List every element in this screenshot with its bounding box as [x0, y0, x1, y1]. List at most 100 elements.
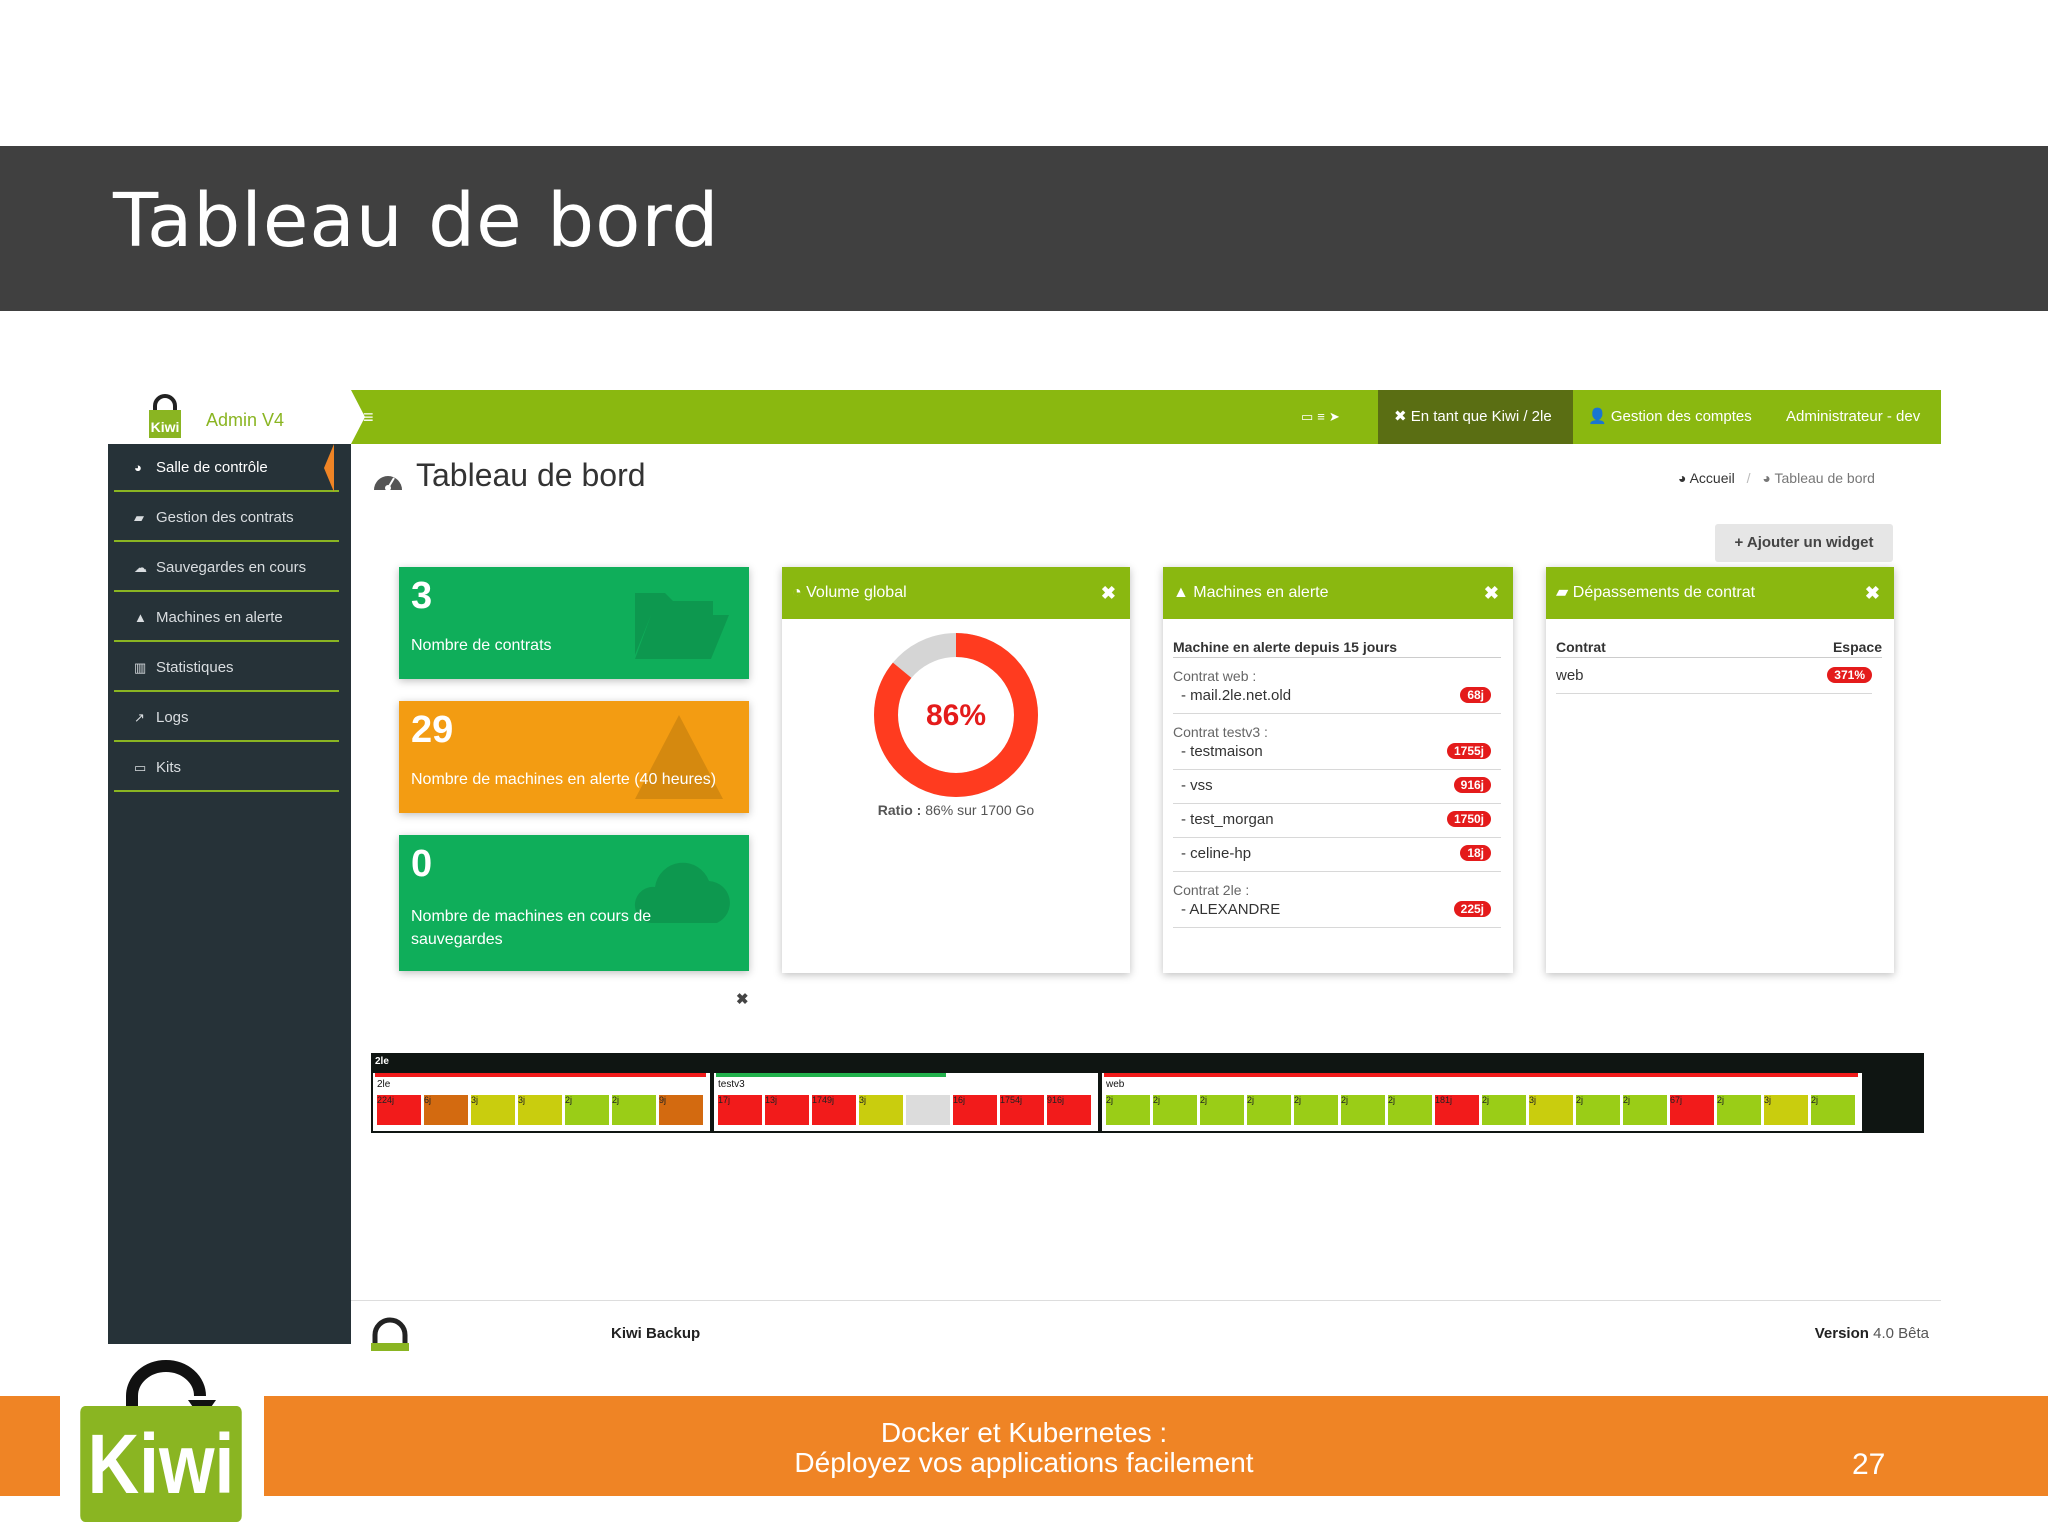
breadcrumb-current: Tableau de bord: [1774, 470, 1875, 486]
timeline-group: testv3 17j 13j 1749j 3j 16j 1754j 916j: [714, 1073, 1098, 1131]
timeline-cell[interactable]: 9j: [659, 1095, 703, 1125]
timeline-cell[interactable]: 2j: [1576, 1095, 1620, 1125]
hdd-icon: ▭: [1301, 409, 1318, 424]
timeline-cell[interactable]: 2j: [1200, 1095, 1244, 1125]
dashboard-icon: ◕: [1678, 470, 1687, 486]
timeline-cell[interactable]: 2j: [1106, 1095, 1150, 1125]
sidebar-item-statistics[interactable]: ▥ Statistiques: [114, 644, 339, 692]
close-icon[interactable]: ✖: [1865, 567, 1880, 619]
accounts-link[interactable]: 👤 Gestion des comptes: [1588, 390, 1752, 444]
alert-row[interactable]: - mail.2le.net.old 68j: [1173, 687, 1501, 714]
sidebar-item-logs[interactable]: ↗ Logs: [114, 694, 339, 742]
volume-ratio: Ratio : 86% sur 1700 Go: [782, 802, 1130, 818]
timeline-cell[interactable]: 67j: [1670, 1095, 1714, 1125]
alert-row[interactable]: - ALEXANDRE 225j: [1173, 901, 1501, 928]
svg-text:Kiwi: Kiwi: [151, 419, 180, 435]
alert-badge: 225j: [1453, 901, 1491, 917]
timeline-cell[interactable]: 3j: [518, 1095, 562, 1125]
alert-row[interactable]: - test_morgan 1750j: [1173, 811, 1501, 838]
timeline-group: 2le 224j 6j 3j 3j 2j 2j 9j: [373, 1073, 710, 1131]
stat-label: Nombre de machines en cours de sauvegard…: [411, 908, 652, 948]
contract-label: Contrat web :: [1173, 668, 1257, 684]
timeline-group-bar: [716, 1073, 946, 1077]
overrun-row[interactable]: web 371%: [1556, 667, 1872, 694]
kiwi-lock-icon: [371, 1317, 409, 1351]
sidebar-item-contracts[interactable]: ▰ Gestion des contrats: [114, 494, 339, 542]
warning-icon: ▲: [134, 610, 147, 625]
timeline-cell[interactable]: 2j: [1247, 1095, 1291, 1125]
timeline-group-name: testv3: [718, 1079, 745, 1090]
alert-row[interactable]: - vss 916j: [1173, 777, 1501, 804]
timeline-cell[interactable]: 2j: [1294, 1095, 1338, 1125]
sidebar-item-control-room[interactable]: ◕ Salle de contrôle: [114, 444, 339, 492]
sidebar-item-label: Salle de contrôle: [156, 459, 268, 476]
timeline-cell[interactable]: 3j: [1764, 1095, 1808, 1125]
timeline-cell[interactable]: 16j: [953, 1095, 997, 1125]
widget-header: ▰ Dépassements de contrat ✖: [1546, 567, 1894, 619]
plus-icon: +: [1734, 534, 1744, 551]
folder-open-icon: [635, 593, 729, 659]
machine-name: - ALEXANDRE: [1181, 901, 1281, 918]
close-icon[interactable]: ✖: [736, 990, 749, 1008]
dashboard-icon: ◕: [1762, 470, 1771, 486]
machine-name: - test_morgan: [1181, 811, 1274, 828]
timeline-cell[interactable]: 1754j: [1000, 1095, 1044, 1125]
timeline-cell[interactable]: 2j: [1482, 1095, 1526, 1125]
add-widget-button[interactable]: + Ajouter un widget: [1715, 524, 1893, 562]
timeline-cell[interactable]: 17j: [718, 1095, 762, 1125]
col-contract: Contrat: [1556, 639, 1606, 655]
timeline-cell[interactable]: 2j: [1153, 1095, 1197, 1125]
alert-row[interactable]: - testmaison 1755j: [1173, 743, 1501, 770]
timeline-cell[interactable]: 2j: [1811, 1095, 1855, 1125]
timeline-cell[interactable]: 2j: [1623, 1095, 1667, 1125]
timeline-cell[interactable]: 2j: [1717, 1095, 1761, 1125]
overruns-table-header: Contrat Espace: [1556, 639, 1882, 658]
close-icon[interactable]: ✖: [1101, 567, 1116, 619]
stat-contracts[interactable]: 3 Nombre de contrats: [399, 567, 749, 679]
machine-name: - celine-hp: [1181, 845, 1252, 862]
footer-version: Version 4.0 Bêta: [1815, 1325, 1929, 1342]
timeline-cell[interactable]: 224j: [377, 1095, 421, 1125]
footer-app-name: Kiwi Backup: [611, 1325, 701, 1342]
timeline-cell[interactable]: 2j: [1388, 1095, 1432, 1125]
backup-timeline: 2le 2le 224j 6j 3j 3j 2j 2j 9j testv3 17j 13j 1749j…: [371, 1053, 1924, 1133]
sidebar: ◕ Salle de contrôle ▰ Gestion des contrats…: [108, 444, 351, 1344]
alert-row[interactable]: - celine-hp 18j: [1173, 845, 1501, 872]
sidebar-item-kits[interactable]: ▭ Kits: [114, 744, 339, 792]
sidebar-item-alerts[interactable]: ▲ Machines en alerte: [114, 594, 339, 642]
ratio-label: Ratio :: [877, 802, 922, 818]
ratio-value: 86% sur 1700 Go: [925, 802, 1035, 818]
close-icon: ✖: [1394, 408, 1407, 425]
timeline-cell[interactable]: 3j: [471, 1095, 515, 1125]
widget-contract-overruns: ▰ Dépassements de contrat ✖ Contrat Espa…: [1546, 567, 1894, 973]
timeline-cell[interactable]: 916j: [1047, 1095, 1091, 1125]
admin-menu[interactable]: Administrateur - dev: [1786, 390, 1920, 444]
close-icon[interactable]: ✖: [1484, 567, 1499, 619]
overrun-contract: web: [1556, 667, 1584, 684]
stat-alert-machines[interactable]: 29 Nombre de machines en alerte (40 heur…: [399, 701, 749, 813]
timeline-cell[interactable]: 3j: [859, 1095, 903, 1125]
timeline-cell[interactable]: 13j: [765, 1095, 809, 1125]
sidebar-item-backups[interactable]: ☁ Sauvegardes en cours: [114, 544, 339, 592]
breadcrumb-home[interactable]: ◕ Accueil: [1678, 470, 1735, 486]
stat-value: 29: [411, 709, 454, 751]
timeline-cell[interactable]: 2j: [612, 1095, 656, 1125]
widget-title: Machines en alerte: [1193, 584, 1329, 601]
slide-title: Tableau de bord: [113, 178, 720, 264]
timeline-cell[interactable]: 2j: [1341, 1095, 1385, 1125]
stat-running-backups[interactable]: 0 Nombre de machines en cours de sauvega…: [399, 835, 749, 971]
timeline-cell[interactable]: [906, 1095, 950, 1125]
hdd-icon: ▭: [134, 760, 147, 775]
cloud-icon: ☁: [134, 560, 147, 575]
timeline-cell[interactable]: 2j: [565, 1095, 609, 1125]
timeline-cell[interactable]: 1749j: [812, 1095, 856, 1125]
timeline-cell[interactable]: 6j: [424, 1095, 468, 1125]
timeline-cell[interactable]: 3j: [1529, 1095, 1573, 1125]
app-footer: Kiwi Backup Version 4.0 Bêta: [351, 1300, 1941, 1351]
bar-chart-icon: ▥: [134, 660, 147, 675]
breadcrumb-home-label: Accueil: [1689, 470, 1735, 486]
folder-open-icon: ▰: [134, 510, 144, 525]
timeline-cell[interactable]: 181j: [1435, 1095, 1479, 1125]
donut-percent: 86%: [926, 699, 986, 732]
impersonate-button[interactable]: ✖ En tant que Kiwi / 2le: [1378, 390, 1573, 444]
